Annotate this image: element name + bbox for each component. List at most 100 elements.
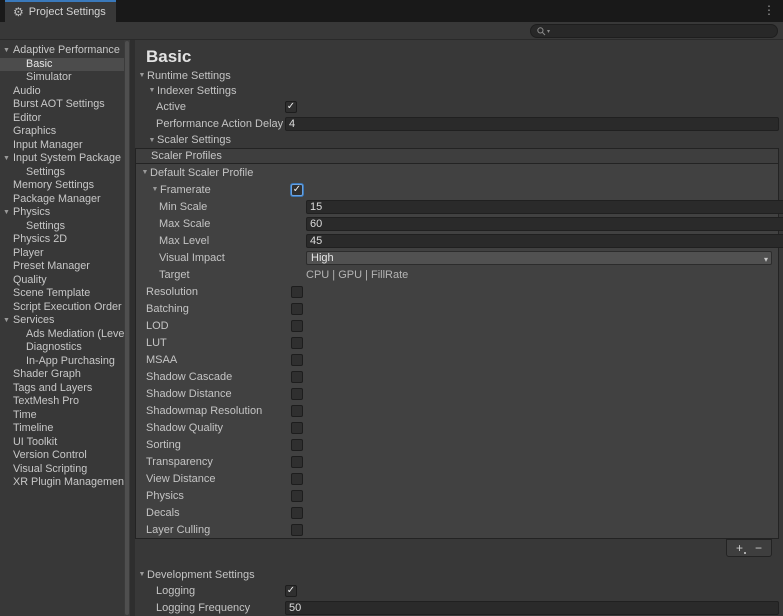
sidebar-item-version-control[interactable]: Version Control	[0, 449, 124, 463]
sidebar-item-textmesh-pro[interactable]: TextMesh Pro	[0, 395, 124, 409]
sidebar-item-label: Shader Graph	[13, 368, 81, 380]
sidebar-item-package-manager[interactable]: Package Manager	[0, 193, 124, 207]
transparency-checkbox[interactable]	[291, 456, 303, 468]
sidebar-item-graphics[interactable]: Graphics	[0, 125, 124, 139]
decals-checkbox[interactable]	[291, 507, 303, 519]
scaler-row-shadow-cascade[interactable]: Shadow Cascade	[136, 368, 778, 385]
sidebar-item-xr-plugin-management[interactable]: XR Plugin Management	[0, 476, 124, 490]
sorting-checkbox[interactable]	[291, 439, 303, 451]
sidebar-item-timeline[interactable]: Timeline	[0, 422, 124, 436]
max-level-input[interactable]	[306, 234, 783, 248]
foldout-arrow-icon: ▼	[137, 72, 147, 79]
batching-checkbox[interactable]	[291, 303, 303, 315]
foldout-indexer-settings[interactable]: ▼ Indexer Settings	[135, 83, 783, 98]
search-input[interactable]	[550, 25, 771, 37]
sidebar-item-time[interactable]: Time	[0, 409, 124, 423]
scaler-row-lod[interactable]: LOD	[136, 317, 778, 334]
sidebar-item-script-execution-order[interactable]: Script Execution Order	[0, 301, 124, 315]
sidebar-item-settings[interactable]: Settings	[0, 166, 124, 180]
add-button[interactable]: +	[736, 542, 743, 554]
scaler-row-resolution[interactable]: Resolution	[136, 283, 778, 300]
sidebar-item-preset-manager[interactable]: Preset Manager	[0, 260, 124, 274]
foldout-development-settings[interactable]: ▼ Development Settings	[135, 567, 783, 582]
shadowmap-resolution-checkbox[interactable]	[291, 405, 303, 417]
scaler-row-sorting[interactable]: Sorting	[136, 436, 778, 453]
foldout-scaler-settings[interactable]: ▼ Scaler Settings	[135, 132, 783, 148]
scaler-row-lut[interactable]: LUT	[136, 334, 778, 351]
foldout-framerate[interactable]: ▼ Framerate ✓	[136, 181, 778, 198]
add-remove-box: + −	[726, 539, 772, 557]
sidebar-item-burst-aot-settings[interactable]: Burst AOT Settings	[0, 98, 124, 112]
property-label: Logging Frequency	[135, 602, 250, 614]
tab-bar: ⚙ Project Settings ⋮	[0, 0, 783, 22]
sidebar-item-label: Timeline	[13, 422, 53, 434]
scaler-row-shadowmap-resolution[interactable]: Shadowmap Resolution	[136, 402, 778, 419]
sidebar-item-quality[interactable]: Quality	[0, 274, 124, 288]
msaa-checkbox[interactable]	[291, 354, 303, 366]
scaler-row-physics[interactable]: Physics	[136, 487, 778, 504]
shadow-quality-checkbox[interactable]	[291, 422, 303, 434]
sidebar-item-label: XR Plugin Management	[13, 476, 124, 488]
logging-checkbox[interactable]: ✓	[285, 585, 297, 597]
foldout-arrow-icon: ▼	[140, 169, 150, 176]
sidebar-item-tags-and-layers[interactable]: Tags and Layers	[0, 382, 124, 396]
physics-checkbox[interactable]	[291, 490, 303, 502]
sidebar-item-label: Audio	[13, 85, 41, 97]
foldout-runtime-settings[interactable]: ▼ Runtime Settings	[135, 68, 783, 83]
lut-checkbox[interactable]	[291, 337, 303, 349]
sidebar-item-memory-settings[interactable]: Memory Settings	[0, 179, 124, 193]
sidebar-item-shader-graph[interactable]: Shader Graph	[0, 368, 124, 382]
sidebar-item-diagnostics[interactable]: Diagnostics	[0, 341, 124, 355]
kebab-menu-icon[interactable]: ⋮	[763, 3, 775, 17]
tab-project-settings[interactable]: ⚙ Project Settings	[5, 0, 116, 22]
sidebar-item-input-system-package[interactable]: ▼Input System Package	[0, 152, 124, 166]
sidebar-item-settings[interactable]: Settings	[0, 220, 124, 234]
resolution-checkbox[interactable]	[291, 286, 303, 298]
sidebar-item-basic[interactable]: Basic	[0, 58, 124, 72]
scaler-row-msaa[interactable]: MSAA	[136, 351, 778, 368]
shadow-distance-checkbox[interactable]	[291, 388, 303, 400]
sidebar-item-input-manager[interactable]: Input Manager	[0, 139, 124, 153]
framerate-checkbox[interactable]: ✓	[291, 184, 303, 196]
sidebar-item-scene-template[interactable]: Scene Template	[0, 287, 124, 301]
visual-impact-dropdown[interactable]: High▾	[306, 251, 772, 265]
logging-frequency-input[interactable]	[285, 601, 779, 615]
performance-action-delay-input[interactable]	[285, 117, 779, 131]
sidebar-scrollbar-thumb[interactable]	[125, 41, 129, 615]
lod-checkbox[interactable]	[291, 320, 303, 332]
sidebar-item-physics[interactable]: ▼Physics	[0, 206, 124, 220]
active-checkbox[interactable]: ✓	[285, 101, 297, 113]
sidebar-item-player[interactable]: Player	[0, 247, 124, 261]
sidebar-item-adaptive-performance[interactable]: ▼Adaptive Performance	[0, 44, 124, 58]
sidebar-scrollbar[interactable]	[124, 40, 130, 616]
scaler-label: LOD	[136, 320, 169, 332]
sidebar-item-ui-toolkit[interactable]: UI Toolkit	[0, 436, 124, 450]
sidebar-item-visual-scripting[interactable]: Visual Scripting	[0, 463, 124, 477]
sidebar-item-label: Script Execution Order	[13, 301, 122, 313]
scaler-row-view-distance[interactable]: View Distance	[136, 470, 778, 487]
sidebar-item-label: UI Toolkit	[13, 436, 57, 448]
scaler-row-decals[interactable]: Decals	[136, 504, 778, 521]
max-scale-input[interactable]	[306, 217, 783, 231]
search-field[interactable]: ▾	[530, 24, 778, 38]
sidebar-item-in-app-purchasing[interactable]: In-App Purchasing	[0, 355, 124, 369]
sidebar-item-audio[interactable]: Audio	[0, 85, 124, 99]
min-scale-input[interactable]	[306, 200, 783, 214]
scaler-row-transparency[interactable]: Transparency	[136, 453, 778, 470]
sidebar-item-physics-2d[interactable]: Physics 2D	[0, 233, 124, 247]
scaler-row-shadow-distance[interactable]: Shadow Distance	[136, 385, 778, 402]
view-distance-checkbox[interactable]	[291, 473, 303, 485]
scaler-row-layer-culling[interactable]: Layer Culling	[136, 521, 778, 538]
foldout-default-scaler-profile[interactable]: ▼ Default Scaler Profile	[136, 164, 778, 181]
remove-button[interactable]: −	[755, 542, 762, 554]
sidebar-item-editor[interactable]: Editor	[0, 112, 124, 126]
sidebar-item-services[interactable]: ▼Services	[0, 314, 124, 328]
scaler-row-batching[interactable]: Batching	[136, 300, 778, 317]
scaler-label: Shadow Quality	[136, 422, 223, 434]
sidebar-item-ads-mediation-level[interactable]: Ads Mediation (Level	[0, 328, 124, 342]
shadow-cascade-checkbox[interactable]	[291, 371, 303, 383]
layer-culling-checkbox[interactable]	[291, 524, 303, 536]
sidebar-item-simulator[interactable]: Simulator	[0, 71, 124, 85]
scaler-label: Batching	[136, 303, 189, 315]
scaler-row-shadow-quality[interactable]: Shadow Quality	[136, 419, 778, 436]
